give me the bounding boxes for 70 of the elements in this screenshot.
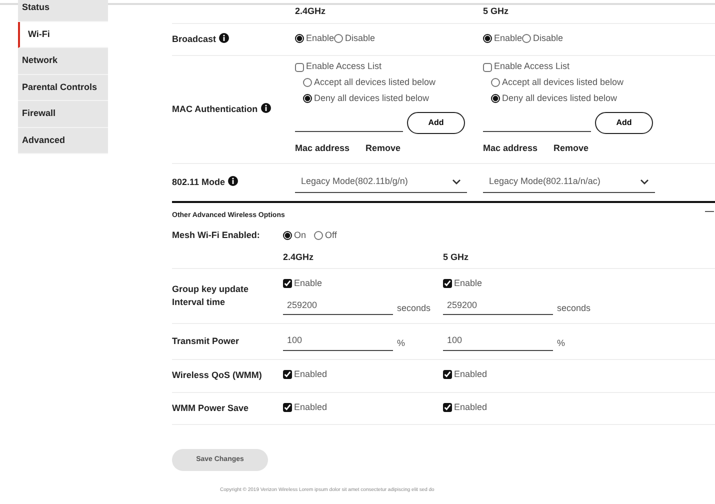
- column-header: Mac address: [483, 142, 538, 154]
- radio-label: Disable: [345, 32, 376, 44]
- radio-label: Enable: [494, 32, 522, 44]
- radio-label: On: [294, 229, 306, 242]
- radio-label: Deny all devices listed below: [502, 92, 618, 105]
- radio-label: Off: [325, 229, 337, 242]
- radio-label: Enable: [306, 32, 334, 44]
- band-header: 2.4GHz: [295, 5, 327, 18]
- mode-dropdown[interactable]: Legacy Mode(802.11a/n/ac): [483, 172, 655, 192]
- sidebar-item[interactable]: Wi-Fi: [18, 22, 108, 48]
- band-header: 2.4GHz: [283, 250, 315, 264]
- checkbox-label: Enable: [454, 277, 482, 290]
- checkbox[interactable]: [483, 62, 492, 72]
- mode-dropdown[interactable]: Legacy Mode(802.11b/g/n): [295, 172, 467, 192]
- checkbox[interactable]: [283, 402, 292, 412]
- info-icon[interactable]: [228, 176, 238, 186]
- unit-label: seconds: [557, 302, 591, 315]
- field-label: Mesh Wi-Fi Enabled:: [172, 229, 261, 242]
- add-button[interactable]: Add: [407, 112, 465, 134]
- checkbox-label: Enable: [294, 277, 322, 290]
- checkbox[interactable]: [443, 370, 452, 379]
- checkbox-label: Enable Access List: [494, 60, 570, 74]
- checkbox[interactable]: [283, 279, 292, 288]
- field-label: Group key update Interval time: [172, 282, 250, 310]
- checkbox[interactable]: [443, 279, 452, 288]
- checkbox-label: Enable Access List: [306, 60, 382, 74]
- band-header: 5 GHz: [483, 5, 510, 18]
- field-label: Wireless QoS (WMM): [172, 368, 263, 382]
- radio-button[interactable]: [491, 94, 500, 103]
- checkbox-label: Enabled: [294, 368, 328, 381]
- chevron-down-icon: [452, 178, 461, 185]
- sidebar-item[interactable]: Advanced: [18, 128, 108, 154]
- unit-label: seconds: [397, 302, 431, 315]
- unit-label: %: [397, 337, 406, 350]
- checkbox-label: Enabled: [454, 400, 488, 414]
- radio-label: Accept all devices listed below: [314, 76, 436, 89]
- checkbox[interactable]: [283, 370, 292, 379]
- field-label: Transmit Power: [172, 334, 240, 348]
- add-button[interactable]: Add: [595, 112, 653, 134]
- radio-button[interactable]: [303, 94, 312, 103]
- checkbox-label: Enabled: [454, 368, 488, 381]
- radio-button[interactable]: [483, 34, 492, 43]
- radio-button[interactable]: [334, 34, 344, 43]
- radio-button[interactable]: [314, 231, 324, 240]
- field-label: WMM Power Save: [172, 402, 250, 415]
- radio-button[interactable]: [491, 78, 500, 88]
- radio-button[interactable]: [283, 231, 292, 240]
- checkbox[interactable]: [295, 62, 304, 72]
- checkbox[interactable]: [443, 402, 452, 412]
- radio-label: Accept all devices listed below: [502, 76, 624, 89]
- sidebar-item[interactable]: Firewall: [18, 101, 108, 128]
- radio-label: Deny all devices listed below: [314, 92, 430, 105]
- column-header: Remove: [366, 142, 401, 154]
- column-header: Mac address: [295, 142, 350, 154]
- chevron-down-icon: [640, 178, 649, 185]
- checkbox-label: Enabled: [294, 400, 328, 414]
- radio-button[interactable]: [303, 78, 312, 88]
- info-icon[interactable]: [219, 32, 230, 43]
- field-label: MAC Authentication: [172, 104, 258, 114]
- band-header: 5 GHz: [443, 250, 470, 264]
- radio-label: Disable: [533, 32, 564, 44]
- sidebar-item[interactable]: Parental Controls: [18, 74, 108, 101]
- radio-button[interactable]: [522, 34, 532, 43]
- sidebar-item[interactable]: Network: [18, 48, 108, 74]
- column-header: Remove: [554, 142, 589, 154]
- unit-label: %: [557, 337, 566, 350]
- field-label: 802.11 Mode: [172, 176, 226, 186]
- field-label: Broadcast: [172, 34, 216, 44]
- info-icon[interactable]: [260, 102, 271, 113]
- radio-button[interactable]: [295, 34, 304, 43]
